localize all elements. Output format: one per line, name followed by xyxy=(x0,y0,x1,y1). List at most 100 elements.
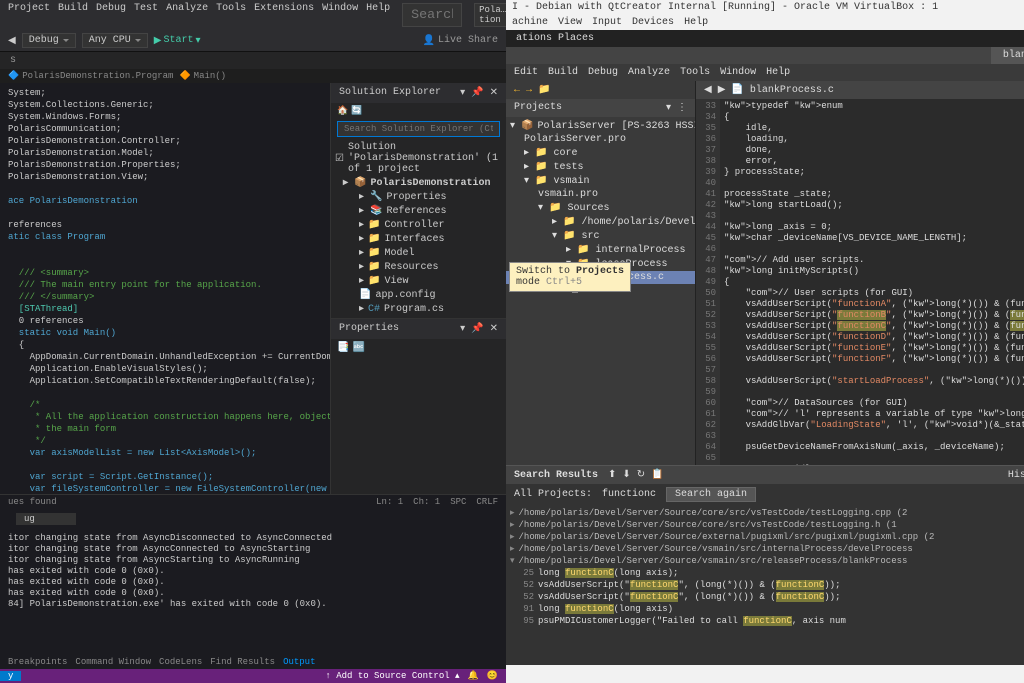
add-source-control[interactable]: ↑ Add to Source Control ▴ xyxy=(325,671,459,681)
menu-window[interactable]: Window xyxy=(322,3,358,27)
gnome-apps[interactable]: ations Places xyxy=(516,33,594,44)
vb-title-text: I - Debian with QtCreator Internal [Runn… xyxy=(512,2,938,13)
qt-menu-help[interactable]: Help xyxy=(766,67,790,78)
solution-search[interactable] xyxy=(337,121,500,137)
tree-model[interactable]: ▸ 📁 Model xyxy=(331,246,506,260)
menu-extensions[interactable]: Extensions xyxy=(254,3,314,27)
menu-test[interactable]: Test xyxy=(134,3,158,27)
qt-menu-analyze[interactable]: Analyze xyxy=(628,67,670,78)
breadcrumb-ns[interactable]: 🔷 PolarisDemonstration.Program xyxy=(8,71,173,81)
vb-menu-input[interactable]: Input xyxy=(592,17,622,28)
tree-properties[interactable]: ▸ 🔧 Properties xyxy=(331,190,506,204)
projects-tree: ▾ 📦 PolarisServer [PS-3263 HSSI axis t S… xyxy=(506,117,695,465)
back-icon[interactable]: ← xyxy=(514,85,520,96)
home-icon[interactable]: 🏠 xyxy=(337,106,348,116)
config-dropdown[interactable]: Debug xyxy=(22,33,76,48)
breadcrumb-fn[interactable]: 🔶 Main() xyxy=(179,71,226,81)
tree-item[interactable]: ▸ 📁 core xyxy=(506,146,695,160)
tree-item[interactable]: PolarisServer.pro xyxy=(506,133,695,146)
qt-menu-build[interactable]: Build xyxy=(548,67,578,78)
solution-toolbar: 🏠 🔄 xyxy=(331,103,506,119)
search-subheader: All Projects: functionc Search again xyxy=(506,484,1024,505)
tree-appconfig[interactable]: 📄 app.config xyxy=(331,288,506,302)
properties-toolbar: 📑 🔤 xyxy=(331,339,506,357)
menu-build[interactable]: Build xyxy=(58,3,88,27)
tree-item[interactable]: ▸ 📁 /home/polaris/Devel/Server/So xyxy=(506,215,695,229)
project-node[interactable]: ▸ 📦 PolarisDemonstration xyxy=(331,176,506,190)
menu-analyze[interactable]: Analyze xyxy=(166,3,208,27)
tab-command[interactable]: Command Window xyxy=(75,657,151,667)
tree-item[interactable]: ▾ 📁 Sources xyxy=(506,201,695,215)
search-again-button[interactable]: Search again xyxy=(666,487,756,502)
vs-main: System;System.Collections.Generic;System… xyxy=(0,83,506,494)
tree-item[interactable]: ▾ 📁 vsmain xyxy=(506,174,695,188)
qt-menu-window[interactable]: Window xyxy=(720,67,756,78)
vs-menubar: Project Build Debug Test Analyze Tools E… xyxy=(0,0,506,30)
tree-references[interactable]: ▸ 📚 References xyxy=(331,204,506,218)
tree-view[interactable]: ▸ 📁 View xyxy=(331,274,506,288)
categorized-icon[interactable]: 📑 xyxy=(337,342,349,354)
qt-menu-edit[interactable]: Edit xyxy=(514,67,538,78)
qt-file-tab[interactable]: blankProcess.c [PS-3263 HSSI ax… xyxy=(991,47,1024,64)
start-button[interactable]: ▶ Start ▾ xyxy=(154,35,201,47)
search-header: Search Results ⬆ ⬇ ↻ 📋 History: All Proj… xyxy=(506,466,1024,484)
search-results[interactable]: ▸ /home/polaris/Devel/Server/Source/core… xyxy=(506,505,1024,665)
menu-project[interactable]: Project xyxy=(8,3,50,27)
search-term: functionc xyxy=(602,489,656,500)
back-icon[interactable]: ◀ xyxy=(8,35,16,47)
solution-root[interactable]: ☑ Solution 'PolarisDemonstration' (1 of … xyxy=(331,141,506,176)
solution-explorer-title: Solution Explorer ▾ 📌 ✕ xyxy=(331,83,506,103)
vb-menu-view[interactable]: View xyxy=(558,17,582,28)
notif-icon[interactable]: 🔔 xyxy=(468,671,479,681)
pin-icon[interactable]: ▾ 📌 ✕ xyxy=(460,87,498,99)
qt-menu-debug[interactable]: Debug xyxy=(588,67,618,78)
menu-tools[interactable]: Tools xyxy=(216,3,246,27)
pin-icon[interactable]: ▾ 📌 ✕ xyxy=(460,323,498,335)
search-nav-icon[interactable]: ⬆ ⬇ ↻ 📋 xyxy=(608,469,664,481)
qt-editor-area: ◀ ▶ 📄 blankProcess.c ▢ ✕ 333435363738394… xyxy=(696,81,1024,465)
tree-program-cs[interactable]: ▸ C# Program.cs xyxy=(331,302,506,316)
tree-item[interactable]: ▾ 📁 src xyxy=(506,229,695,243)
locate-icon[interactable]: 📁 xyxy=(538,84,550,96)
editor-status: ues found Ln: 1 Ch: 1 SPC CRLF xyxy=(0,495,506,509)
search-input[interactable] xyxy=(402,3,462,27)
fwd-icon[interactable]: → xyxy=(526,85,532,96)
menu-help[interactable]: Help xyxy=(366,3,390,27)
output-tabs: Breakpoints Command Window CodeLens Find… xyxy=(0,655,506,669)
feedback-icon[interactable]: 😊 xyxy=(487,671,498,681)
project-root[interactable]: ▾ 📦 PolarisServer [PS-3263 HSSI axis t xyxy=(506,119,695,133)
vb-menu-devices[interactable]: Devices xyxy=(632,17,674,28)
sync-icon[interactable]: 🔄 xyxy=(351,106,362,116)
tree-item[interactable]: ▸ 📁 tests xyxy=(506,160,695,174)
tab-codelens[interactable]: CodeLens xyxy=(159,657,202,667)
qt-main: ← → 📁 Projects ▾ ⋮ ▾ 📦 PolarisServer [PS… xyxy=(506,81,1024,465)
tab-program[interactable]: s xyxy=(0,52,26,69)
editor-tab-1[interactable]: ◀ ▶ 📄 blankProcess.c ▢ ✕ xyxy=(696,81,1024,99)
solution-tree: ☑ Solution 'PolarisDemonstration' (1 of … xyxy=(331,139,506,318)
output-source-dropdown[interactable]: ug xyxy=(16,513,76,525)
tree-controller[interactable]: ▸ 📁 Controller xyxy=(331,218,506,232)
vb-menubar: achine View Input Devices Help xyxy=(506,15,1024,30)
alpha-icon[interactable]: 🔤 xyxy=(352,342,364,354)
tree-resources[interactable]: ▸ 📁 Resources xyxy=(331,260,506,274)
tab-breakpoints[interactable]: Breakpoints xyxy=(8,657,67,667)
qt-menu-tools[interactable]: Tools xyxy=(680,67,710,78)
vb-titlebar: I - Debian with QtCreator Internal [Runn… xyxy=(506,0,1024,15)
visual-studio-window: Project Build Debug Test Analyze Tools E… xyxy=(0,0,506,683)
tab-output[interactable]: Output xyxy=(283,657,315,667)
editor-col-1: ◀ ▶ 📄 blankProcess.c ▢ ✕ 333435363738394… xyxy=(696,81,1024,465)
search-scope: All Projects: xyxy=(514,489,592,500)
tree-interfaces[interactable]: ▸ 📁 Interfaces xyxy=(331,232,506,246)
tab-findresults[interactable]: Find Results xyxy=(210,657,275,667)
output-window[interactable]: itor changing state from AsyncDisconnect… xyxy=(0,529,506,655)
liveshare-button[interactable]: 👤 Live Share xyxy=(423,35,498,47)
tree-item[interactable]: ▸ 📁 internalProcess xyxy=(506,243,695,257)
vb-menu-help[interactable]: Help xyxy=(684,17,708,28)
menu-debug[interactable]: Debug xyxy=(96,3,126,27)
vb-menu-machine[interactable]: achine xyxy=(512,17,548,28)
tree-item[interactable]: vsmain.pro xyxy=(506,188,695,201)
filter-icon[interactable]: ▾ ⋮ xyxy=(666,102,687,114)
code-editor[interactable]: System;System.Collections.Generic;System… xyxy=(0,83,330,494)
platform-dropdown[interactable]: Any CPU xyxy=(82,33,148,48)
gnome-topbar: ations Places Thu xyxy=(506,30,1024,47)
